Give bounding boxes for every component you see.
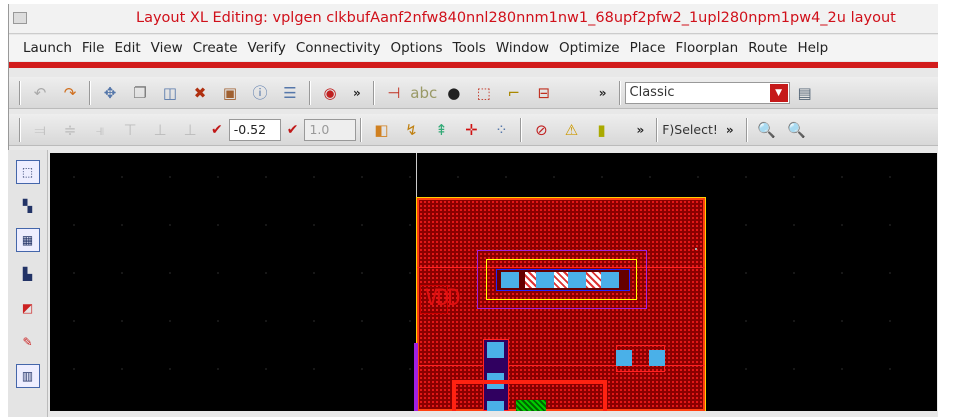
menu-optimize[interactable]: Optimize [559, 40, 620, 56]
implant-shape [516, 400, 546, 411]
contact [649, 350, 665, 366]
offset-input[interactable]: -0.52 [228, 118, 281, 141]
title-bar: Layout XL Editing: vplgen clkbufAanf2nfw… [9, 4, 939, 34]
more-button-2[interactable]: » [599, 86, 607, 100]
highlight-icon[interactable]: ▮ [590, 119, 612, 141]
chevron-down-icon[interactable]: ▼ [769, 83, 788, 102]
probe-icon[interactable]: ⊟ [533, 82, 555, 104]
descend-icon[interactable]: ◩ [16, 296, 40, 320]
stop-icon[interactable]: ⊘ [530, 119, 552, 141]
select-cell-icon[interactable]: ▚ [16, 194, 40, 218]
align-right-icon[interactable]: ⫣ [89, 119, 111, 141]
contact [601, 272, 619, 288]
more-button-4[interactable]: » [726, 123, 734, 137]
menu-connectivity[interactable]: Connectivity [296, 40, 381, 56]
window-edge [938, 0, 963, 417]
accent-divider [9, 62, 939, 68]
scale-input[interactable]: 1.0 [304, 118, 357, 141]
menu-create[interactable]: Create [193, 40, 238, 56]
move-icon[interactable]: ✥ [99, 82, 121, 104]
workspace-select[interactable]: Classic ▼ [624, 81, 790, 104]
edit-toolbar: ⫤ ≑ ⫣ ⊤ ⊥ ⊥ ✔ -0.52 ✔ 1.0 ◧ ↯ ⇞ ✛ ⁘ ⊘ ⚠ … [9, 114, 939, 146]
align-middle-icon[interactable]: ⊥ [149, 119, 171, 141]
workspace-settings-icon[interactable]: ▤ [794, 82, 816, 104]
undo-icon[interactable]: ↶ [29, 82, 51, 104]
properties-icon[interactable]: ▣ [219, 82, 241, 104]
side-toolbar: ⬚ ▚ ▦ ▙ ◩ ✎ ▥ [8, 150, 48, 417]
create-wire-icon[interactable]: ⌐ [503, 82, 525, 104]
hierarchy-icon[interactable]: ▙ [16, 262, 40, 286]
menu-launch[interactable]: Launch [23, 40, 72, 56]
selection-icon[interactable]: ⁘ [490, 119, 512, 141]
stretch-icon[interactable]: ◫ [159, 82, 181, 104]
zoom-in-icon[interactable]: 🔍 [756, 119, 778, 141]
contact [568, 272, 586, 288]
select-icon[interactable]: ⬚ [473, 82, 495, 104]
menu-view[interactable]: View [151, 40, 183, 56]
select-instance-icon[interactable]: ⬚ [15, 160, 40, 184]
offset-check-icon[interactable]: ✔ [211, 122, 223, 138]
via-icon[interactable]: ⇞ [430, 119, 452, 141]
menu-help[interactable]: Help [797, 40, 828, 56]
align-center-icon[interactable]: ≑ [59, 119, 81, 141]
align-top-icon[interactable]: ⊤ [119, 119, 141, 141]
contact [487, 342, 504, 358]
align-bottom-icon[interactable]: ⊥ [179, 119, 201, 141]
align-left-icon[interactable]: ⫤ [29, 119, 51, 141]
contact [616, 350, 632, 366]
select-area-icon[interactable]: ◧ [370, 119, 392, 141]
layout-canvas[interactable]: VDD [50, 153, 937, 411]
menu-window[interactable]: Window [496, 40, 549, 56]
edit-in-place-icon[interactable]: ✎ [16, 330, 40, 354]
nwell-edge [414, 343, 418, 411]
net-label: VDD [425, 286, 461, 311]
align-icon[interactable]: ☰ [279, 82, 301, 104]
menu-options[interactable]: Options [390, 40, 442, 56]
save-icon[interactable]: ◉ [319, 82, 341, 104]
menu-bar: Launch File Edit View Create Verify Conn… [9, 35, 939, 61]
create-instance-icon[interactable]: ⊣ [383, 82, 405, 104]
menu-place[interactable]: Place [630, 40, 666, 56]
array-icon[interactable]: ▥ [15, 364, 40, 388]
more-button-3[interactable]: » [636, 123, 644, 137]
more-button[interactable]: » [353, 86, 361, 100]
menu-edit[interactable]: Edit [114, 40, 140, 56]
route-icon[interactable]: ↯ [400, 119, 422, 141]
workspace-value: Classic [629, 84, 675, 100]
selection-filter[interactable]: F)Select! [662, 122, 718, 137]
zoom-out-icon[interactable]: 🔍 [786, 119, 808, 141]
redo-icon[interactable]: ↷ [59, 82, 81, 104]
cursor-line [416, 153, 417, 198]
contact [501, 272, 519, 288]
create-pin-icon[interactable]: ● [443, 82, 465, 104]
warning-icon[interactable]: ⚠ [560, 119, 582, 141]
contact [536, 272, 554, 288]
window-menu-button[interactable] [13, 12, 27, 24]
delete-icon[interactable]: ✖ [189, 82, 211, 104]
copy-icon[interactable]: ❐ [129, 82, 151, 104]
scale-check-icon[interactable]: ✔ [287, 122, 299, 138]
main-toolbar: ↶ ↷ ✥ ❐ ◫ ✖ ▣ ⓘ ☰ ◉ » ⊣ abc ● ⬚ ⌐ ⊟ » Cl… [9, 77, 939, 109]
menu-file[interactable]: File [82, 40, 105, 56]
select-shape-icon[interactable]: ▦ [15, 228, 40, 252]
create-label-icon[interactable]: abc [410, 82, 437, 104]
menu-verify[interactable]: Verify [248, 40, 286, 56]
menu-tools[interactable]: Tools [453, 40, 486, 56]
info-icon[interactable]: ⓘ [249, 82, 271, 104]
crosshair-icon[interactable]: ✛ [460, 119, 482, 141]
menu-floorplan[interactable]: Floorplan [676, 40, 739, 56]
menu-route[interactable]: Route [748, 40, 787, 56]
window-title: Layout XL Editing: vplgen clkbufAanf2nfw… [136, 10, 896, 26]
